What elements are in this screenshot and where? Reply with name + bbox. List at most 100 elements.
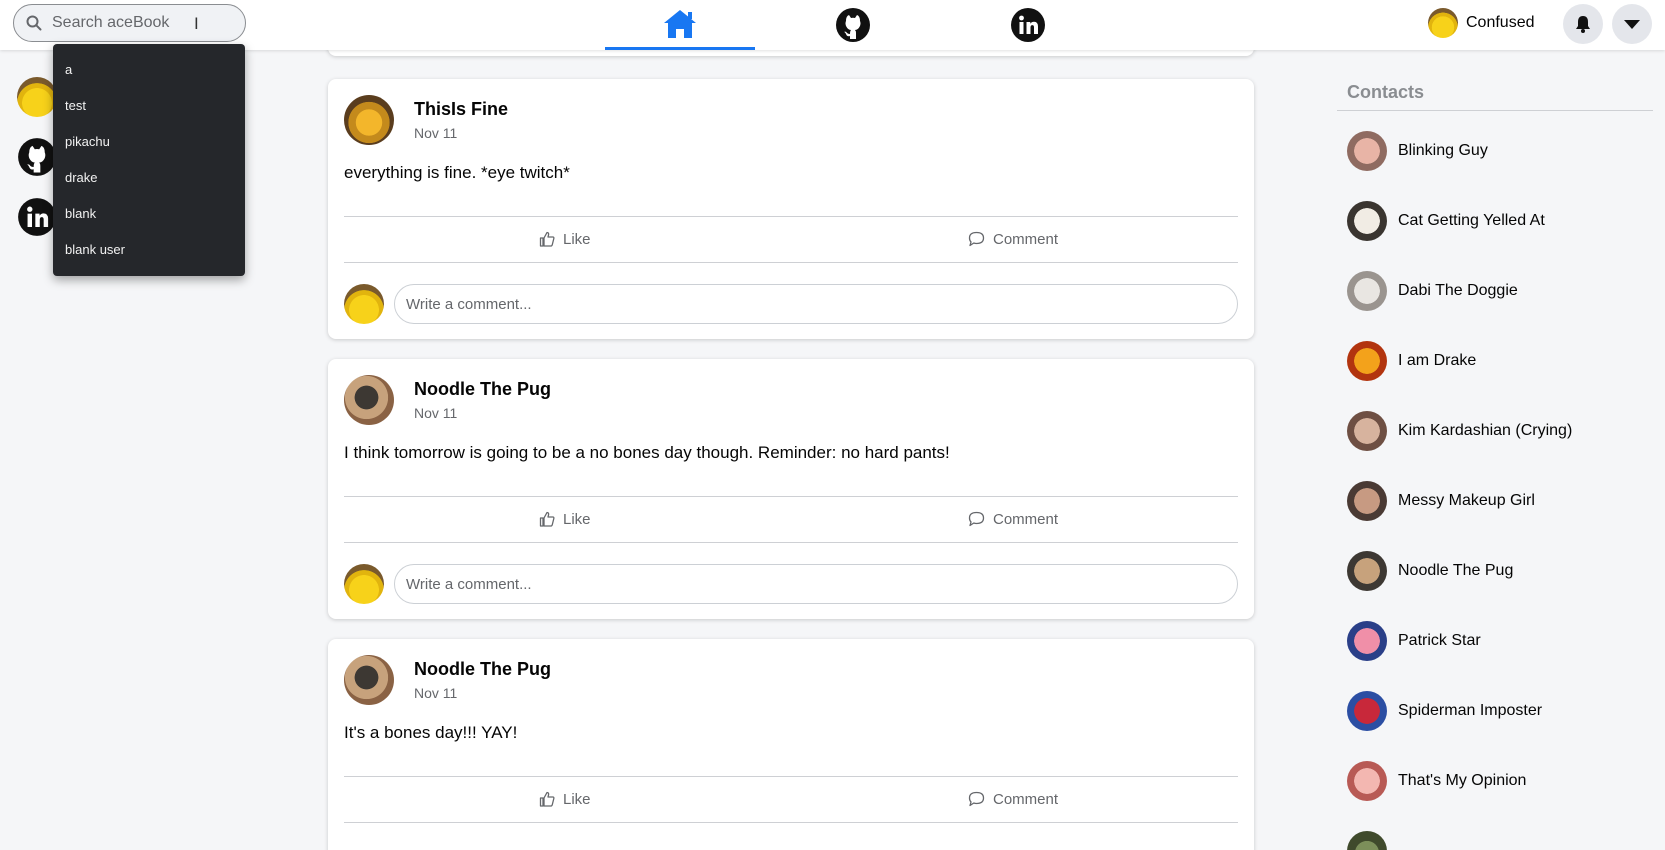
contact-item[interactable]: That's My Opinion [1347, 761, 1526, 801]
contacts-divider [1337, 110, 1653, 111]
comment-input[interactable] [394, 564, 1238, 604]
post-body: everything is fine. *eye twitch* [344, 163, 570, 182]
post-author[interactable]: ThisIs Fine [414, 99, 508, 120]
search-suggestion[interactable]: blank user [53, 232, 245, 268]
notifications-button[interactable] [1563, 4, 1603, 44]
post-date: Nov 11 [414, 125, 458, 141]
post-author-avatar[interactable] [344, 375, 394, 425]
search-suggestion[interactable]: blank [53, 196, 245, 232]
thumbs-up-icon [539, 511, 555, 527]
divider [344, 822, 1238, 823]
contact-item[interactable]: Dabi The Doggie [1347, 271, 1518, 311]
comment-button[interactable]: Comment [968, 777, 1058, 821]
search-suggestion[interactable]: test [53, 88, 245, 124]
contact-name: Messy Makeup Girl [1398, 492, 1535, 509]
contact-avatar [1347, 691, 1387, 731]
current-user-name: Confused [1466, 14, 1535, 31]
contact-avatar [1347, 411, 1387, 451]
post-author-avatar[interactable] [344, 95, 394, 145]
post-author[interactable]: Noodle The Pug [414, 659, 551, 680]
divider [344, 542, 1238, 543]
thumbs-up-icon [539, 791, 555, 807]
like-button[interactable]: Like [539, 777, 591, 821]
comment-label: Comment [993, 510, 1059, 528]
search-input[interactable] [52, 14, 212, 32]
search-icon [26, 15, 42, 31]
divider [344, 776, 1238, 777]
comment-button[interactable]: Comment [968, 217, 1058, 261]
contact-item[interactable]: Noodle The Pug [1347, 551, 1513, 591]
post-body: I think tomorrow is going to be a no bon… [344, 443, 950, 462]
linkedin-icon [1011, 8, 1045, 42]
comment-icon [968, 791, 985, 807]
contact-avatar [1347, 621, 1387, 661]
contact-avatar [1347, 271, 1387, 311]
commenter-avatar [344, 284, 384, 324]
post-author-avatar[interactable] [344, 655, 394, 705]
post-date: Nov 11 [414, 685, 458, 701]
left-profile-avatar[interactable] [17, 77, 57, 117]
contact-avatar [1347, 551, 1387, 591]
like-label: Like [563, 510, 591, 528]
nav-github-tab[interactable] [778, 0, 928, 50]
divider [344, 496, 1238, 497]
contact-avatar [1347, 131, 1387, 171]
contacts-heading: Contacts [1347, 82, 1425, 102]
contact-item[interactable]: Messy Makeup Girl [1347, 481, 1535, 521]
like-button[interactable]: Like [539, 217, 591, 261]
contact-name: Spiderman Imposter [1398, 702, 1543, 719]
contact-name: Noodle The Pug [1398, 562, 1514, 579]
post-author[interactable]: Noodle The Pug [414, 379, 551, 400]
post-date: Nov 11 [414, 405, 458, 421]
text-cursor-icon: I [194, 14, 199, 33]
contact-item[interactable]: Cat Getting Yelled At [1347, 201, 1545, 241]
contact-avatar [1347, 761, 1387, 801]
search-suggestion[interactable]: pikachu [53, 124, 245, 160]
post-card: ThisIs Fine Nov 11 everything is fine. *… [328, 79, 1254, 339]
bell-icon [1576, 16, 1590, 33]
left-github-icon[interactable] [17, 137, 57, 177]
contact-name: That's My Opinion [1398, 772, 1527, 789]
search-suggestion[interactable]: a [53, 52, 245, 88]
top-navbar: I Confused [0, 0, 1665, 50]
comment-composer [344, 284, 1238, 324]
divider [344, 262, 1238, 263]
contact-avatar [1347, 481, 1387, 521]
divider [344, 216, 1238, 217]
contact-item[interactable]: Kim Kardashian (Crying) [1347, 411, 1572, 451]
like-button[interactable]: Like [539, 497, 591, 541]
contact-name: Blinking Guy [1398, 142, 1488, 159]
search-box[interactable]: I [13, 4, 246, 42]
contact-item[interactable]: Blinking Guy [1347, 131, 1488, 171]
nav-home-tab[interactable] [605, 0, 755, 50]
contact-item[interactable]: Patrick Star [1347, 621, 1481, 661]
post-card: Noodle The Pug Nov 11 It's a bones day!!… [328, 639, 1254, 850]
current-user-chip[interactable]: Confused [1428, 7, 1535, 39]
search-suggestion[interactable]: drake [53, 160, 245, 196]
contact-avatar [1347, 341, 1387, 381]
like-label: Like [563, 230, 591, 248]
caret-down-icon [1624, 20, 1640, 29]
contact-avatar-partial[interactable] [1347, 831, 1387, 850]
comment-input[interactable] [394, 284, 1238, 324]
contact-avatar [1347, 201, 1387, 241]
contact-name: I am Drake [1398, 352, 1477, 369]
left-linkedin-icon[interactable] [17, 197, 57, 237]
thumbs-up-icon [539, 231, 555, 247]
contact-name: Kim Kardashian (Crying) [1398, 422, 1573, 439]
contact-name: Cat Getting Yelled At [1398, 212, 1545, 229]
comment-button[interactable]: Comment [968, 497, 1058, 541]
contact-item[interactable]: I am Drake [1347, 341, 1476, 381]
user-avatar [1428, 8, 1458, 38]
contact-name: Dabi The Doggie [1398, 282, 1518, 299]
like-label: Like [563, 790, 591, 808]
nav-linkedin-tab[interactable] [953, 0, 1103, 50]
account-menu-button[interactable] [1612, 4, 1652, 44]
commenter-avatar [344, 564, 384, 604]
post-body: It's a bones day!!! YAY! [344, 723, 518, 742]
contact-name: Patrick Star [1398, 632, 1481, 649]
home-icon [664, 9, 696, 38]
contact-item[interactable]: Spiderman Imposter [1347, 691, 1542, 731]
comment-label: Comment [993, 230, 1059, 248]
comment-label: Comment [993, 790, 1059, 808]
